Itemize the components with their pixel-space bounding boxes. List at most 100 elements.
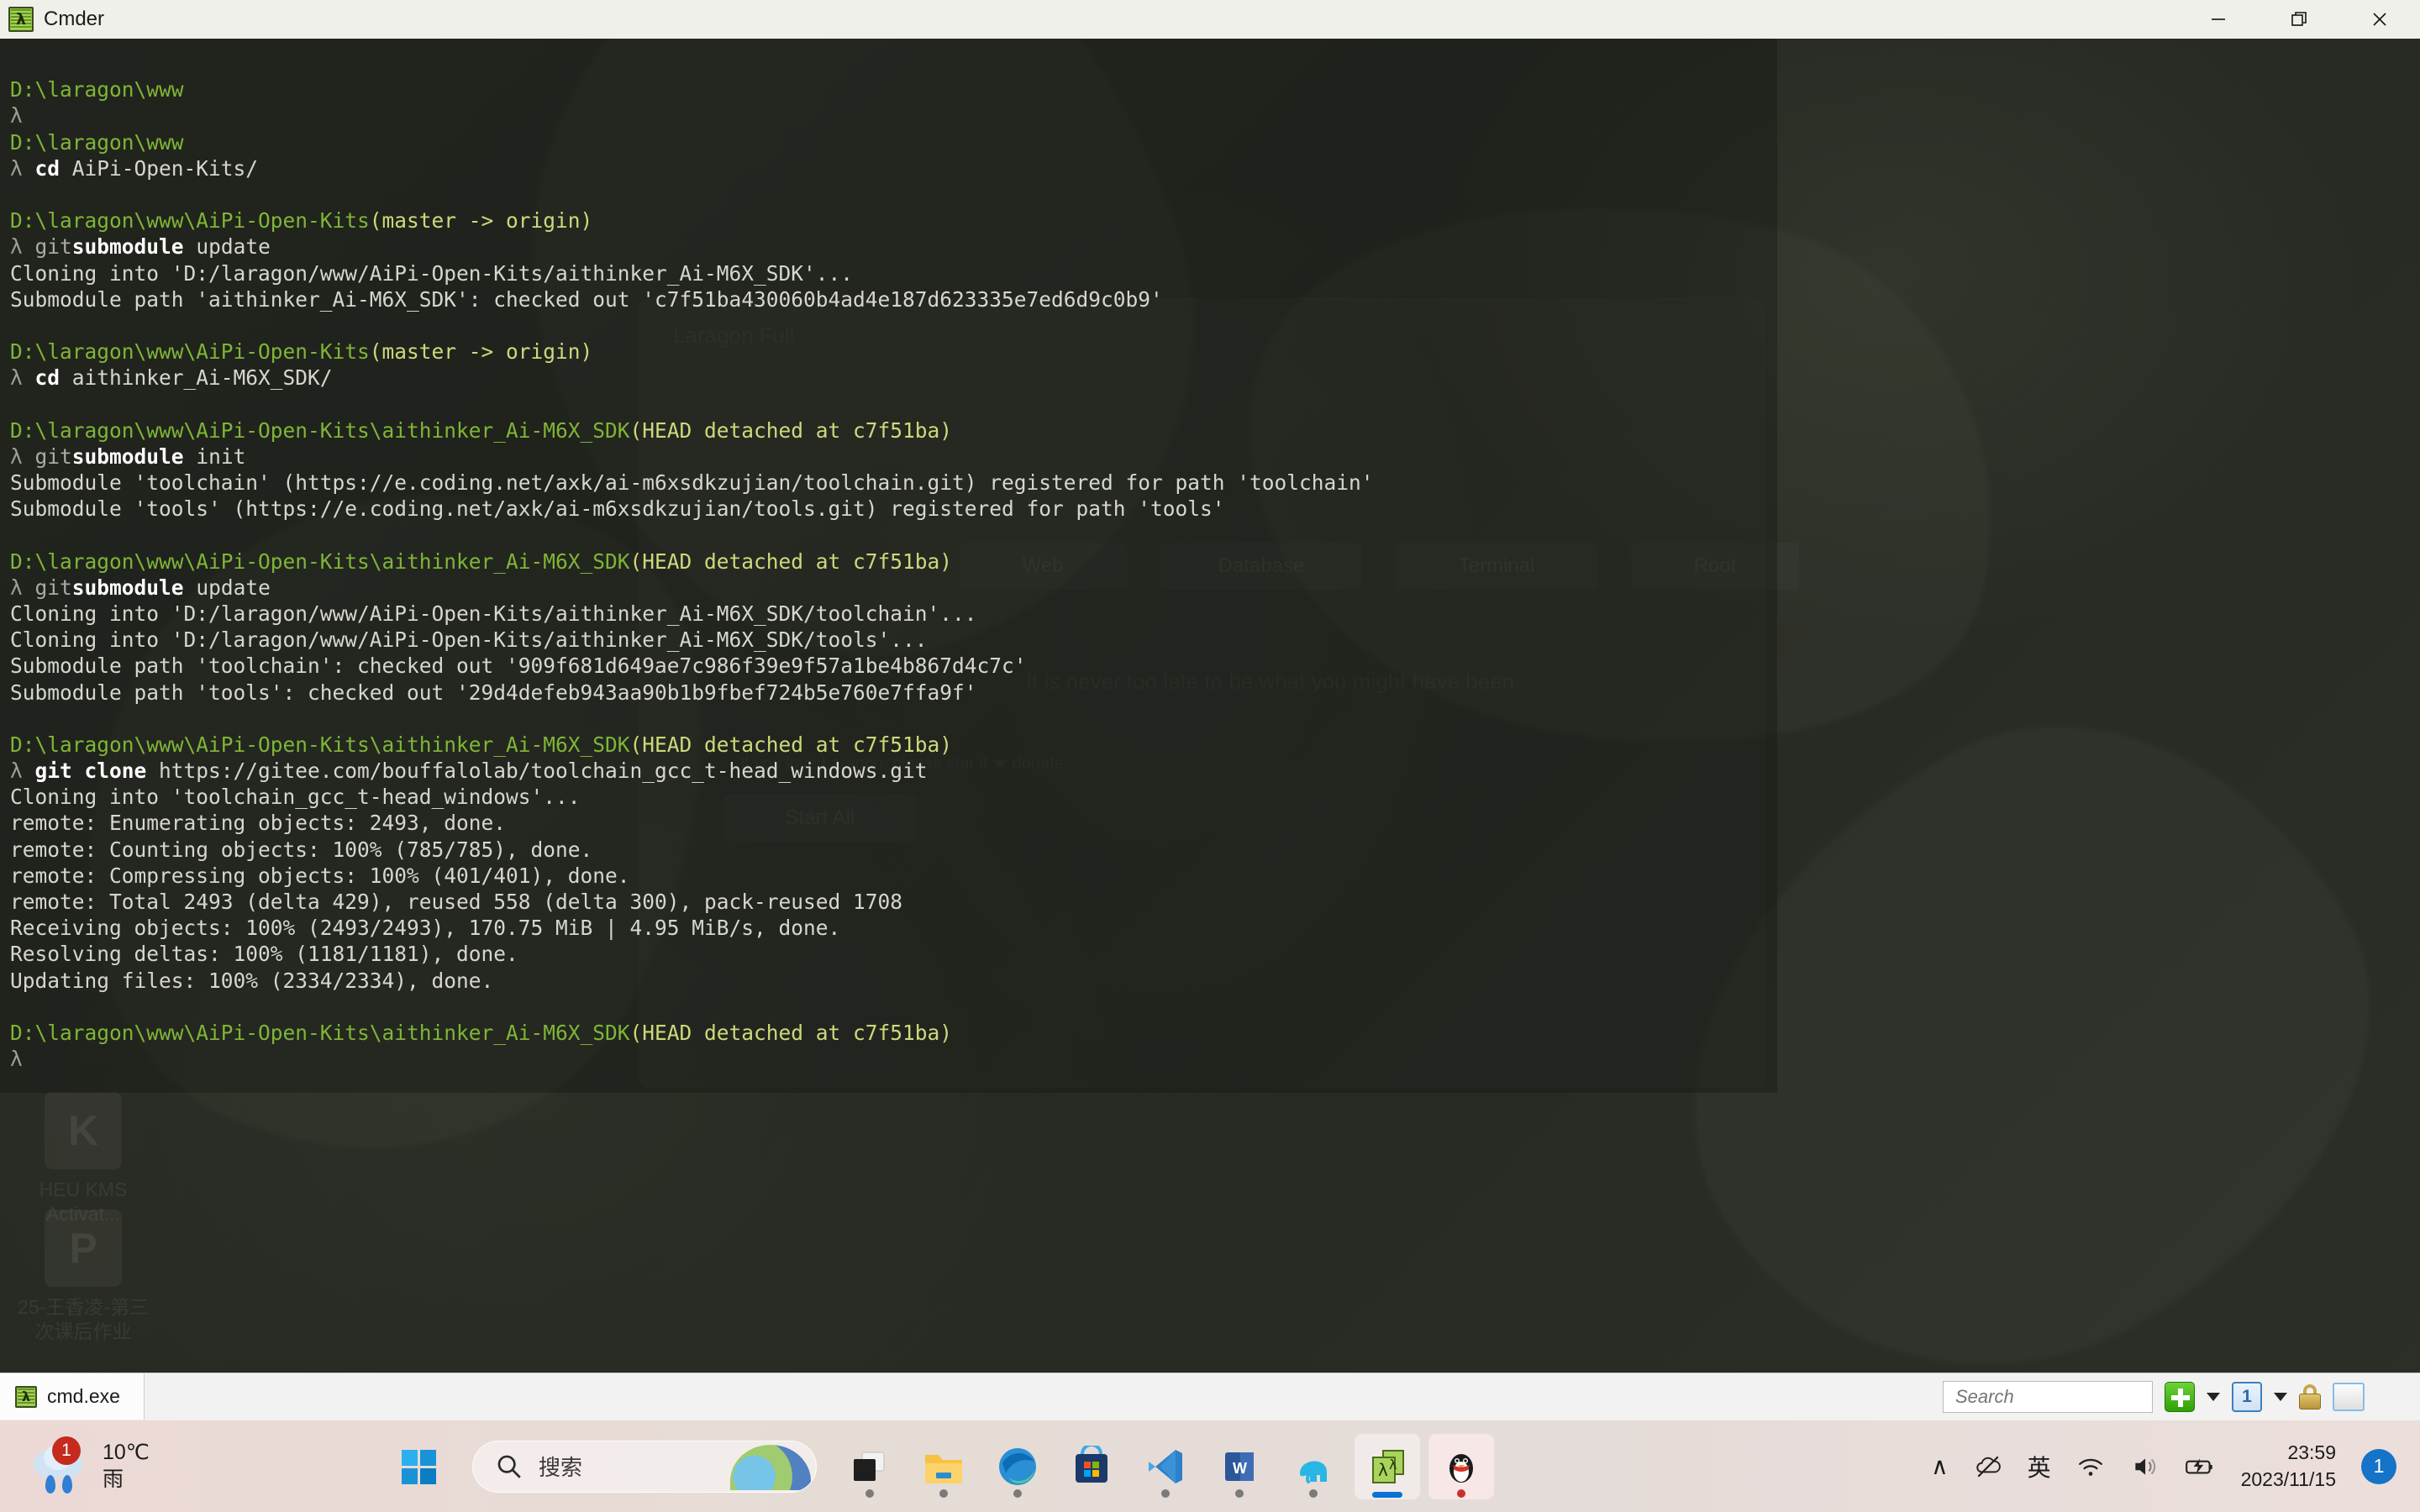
terminal-line: λ cd AiPi-Open-Kits/ <box>10 155 259 181</box>
terminal-line: D:\laragon\www\AiPi-Open-Kits\aithinker_… <box>10 417 953 443</box>
caret-down-icon[interactable] <box>2274 1392 2287 1401</box>
taskbar-app-file-explorer[interactable] <box>911 1434 976 1499</box>
split-pane-icon[interactable] <box>2333 1382 2365 1411</box>
terminal-line: λ <box>10 103 23 129</box>
terminal-line: Cloning into 'D:/laragon/www/AiPi-Open-K… <box>10 627 928 653</box>
taskbar-app-qq[interactable] <box>1428 1433 1494 1499</box>
terminal-line: remote: Compressing objects: 100% (401/4… <box>10 863 630 888</box>
terminal-line: D:\laragon\www\AiPi-Open-Kits(master -> … <box>10 208 593 234</box>
terminal-line: Cloning into 'D:/laragon/www/AiPi-Open-K… <box>10 601 977 626</box>
penguin-icon <box>1449 1453 1473 1483</box>
taskbar-app-task-view[interactable] <box>837 1434 902 1499</box>
terminal-line: Submodule 'tools' (https://e.coding.net/… <box>10 496 1225 522</box>
terminal-line: Resolving deltas: 100% (1181/1181), done… <box>10 942 518 967</box>
ime-language-indicator[interactable]: 英 <box>2028 1450 2051 1483</box>
terminal-line: D:\laragon\www <box>10 129 184 155</box>
terminal-line: D:\laragon\www\AiPi-Open-Kits(master -> … <box>10 339 593 365</box>
terminal-body[interactable]: D:\laragon\www λ D:\laragon\www λ cd AiPi-O… <box>0 39 2420 1420</box>
taskbar-app-cmder[interactable]: λ λ <box>1355 1433 1420 1499</box>
running-indicator <box>1235 1488 1244 1498</box>
terminal-line: λ cd aithinker_Ai-M6X_SDK/ <box>10 365 333 391</box>
search-icon <box>497 1455 521 1478</box>
lock-icon[interactable] <box>2299 1383 2321 1410</box>
caret-down-icon[interactable] <box>2207 1392 2220 1401</box>
cmder-lambda-icon: λ <box>15 1385 37 1408</box>
task-view-icon <box>854 1452 885 1481</box>
cmder-lambda-icon: λ <box>8 7 34 32</box>
start-button[interactable] <box>387 1434 452 1499</box>
earth-illustration <box>730 1444 811 1490</box>
terminal-line: D:\laragon\www\AiPi-Open-Kits\aithinker_… <box>10 549 953 574</box>
volume-icon[interactable] <box>2130 1452 2159 1481</box>
restore-button[interactable] <box>2259 0 2339 39</box>
terminal-output[interactable]: D:\laragon\www λ D:\laragon\www λ cd AiPi-O… <box>10 50 2420 1072</box>
terminal-line: remote: Total 2493 (delta 429), reused 5… <box>10 890 903 914</box>
taskbar-app-microsoft-store[interactable] <box>1059 1434 1124 1499</box>
running-indicator <box>939 1488 948 1498</box>
terminal-line: Submodule 'toolchain' (https://e.coding.… <box>10 470 1374 495</box>
hamburger-menu-icon[interactable] <box>2376 1384 2407 1410</box>
wifi-icon[interactable] <box>2076 1452 2105 1481</box>
window-controls <box>2178 0 2420 39</box>
title-bar[interactable]: λ Cmder <box>0 0 2420 39</box>
running-indicator <box>1457 1488 1465 1498</box>
close-button[interactable] <box>2339 0 2420 39</box>
tab-strip: λ cmd.exe <box>0 1373 145 1420</box>
clock-time: 23:59 <box>2287 1441 2336 1464</box>
weather-text: 10℃ 雨 <box>103 1440 150 1493</box>
tab-label: cmd.exe <box>47 1385 120 1407</box>
terminal-line: Cloning into 'D:/laragon/www/AiPi-Open-K… <box>10 260 854 286</box>
green-plus-icon[interactable] <box>2165 1381 2195 1412</box>
terminal-line: remote: Counting objects: 100% (785/785)… <box>10 837 593 862</box>
taskbar-app-microsoft-edge[interactable] <box>985 1434 1050 1499</box>
tab-cmd-exe[interactable]: λ cmd.exe <box>0 1373 145 1420</box>
taskbar-search-label: 搜索 <box>539 1456 583 1481</box>
notification-badge[interactable]: 1 <box>2361 1448 2396 1484</box>
cmder-lambda-icon: λ λ <box>1372 1449 1404 1483</box>
terminal-line: λ <box>10 1047 23 1072</box>
svg-text:W: W <box>1233 1460 1247 1477</box>
terminal-line: Cloning into 'toolchain_gcc_t-head_windo… <box>10 785 581 810</box>
taskbar-app-vs-code[interactable] <box>1133 1434 1198 1499</box>
terminal-line: D:\laragon\www <box>10 77 184 102</box>
running-indicator-active <box>1372 1491 1402 1498</box>
battery-icon[interactable] <box>2184 1452 2216 1481</box>
store-icon <box>1076 1445 1107 1483</box>
search-box[interactable] <box>1943 1380 2201 1413</box>
svg-text:λ: λ <box>1378 1460 1388 1480</box>
show-hidden-icons-chevron[interactable]: ∧ <box>1931 1452 1949 1480</box>
taskbar-app-microsoft-word[interactable]: W <box>1207 1434 1272 1499</box>
rain-cloud-icon: 1 <box>30 1436 91 1494</box>
running-indicator <box>865 1488 874 1498</box>
onedrive-offline-icon[interactable] <box>1974 1452 2002 1481</box>
clock-date: 2023/11/15 <box>2240 1467 2336 1490</box>
window-title: Cmder <box>44 8 105 30</box>
svg-text:λ: λ <box>1389 1457 1397 1473</box>
terminal-line: λ gitsubmodule update <box>10 234 271 260</box>
weather-condition: 雨 <box>103 1467 124 1491</box>
terminal-line: Submodule path 'aithinker_Ai-M6X_SDK': c… <box>10 286 1163 312</box>
terminal-line: Submodule path 'tools': checked out '29d… <box>10 680 977 705</box>
taskbar-clock[interactable]: 23:59 2023/11/15 <box>2241 1440 2336 1492</box>
elephant-icon <box>1300 1460 1327 1483</box>
taskbar-app-laragon[interactable] <box>1281 1434 1346 1499</box>
cmder-window: λ Cmder D:\laragon\www λ D:\laragon\www … <box>0 0 2420 1420</box>
weather-widget[interactable]: 1 10℃ 雨 <box>0 1436 387 1494</box>
minimize-button[interactable] <box>2178 0 2259 39</box>
terminal-line: λ git clone https://gitee.com/bouffalola… <box>10 759 928 784</box>
terminal-line: λ gitsubmodule init <box>10 444 246 469</box>
numbered-tab-icon[interactable]: 1 <box>2232 1381 2262 1412</box>
folder-icon <box>925 1454 962 1483</box>
taskbar-search-box[interactable]: 搜索 <box>472 1440 817 1493</box>
terminal-line: Receiving objects: 100% (2493/2493), 170… <box>10 916 841 941</box>
word-icon: W <box>1225 1452 1254 1481</box>
terminal-line: D:\laragon\www\AiPi-Open-Kits\aithinker_… <box>10 732 953 757</box>
terminal-line: remote: Enumerating objects: 2493, done. <box>10 811 507 836</box>
running-indicator <box>1013 1488 1022 1498</box>
